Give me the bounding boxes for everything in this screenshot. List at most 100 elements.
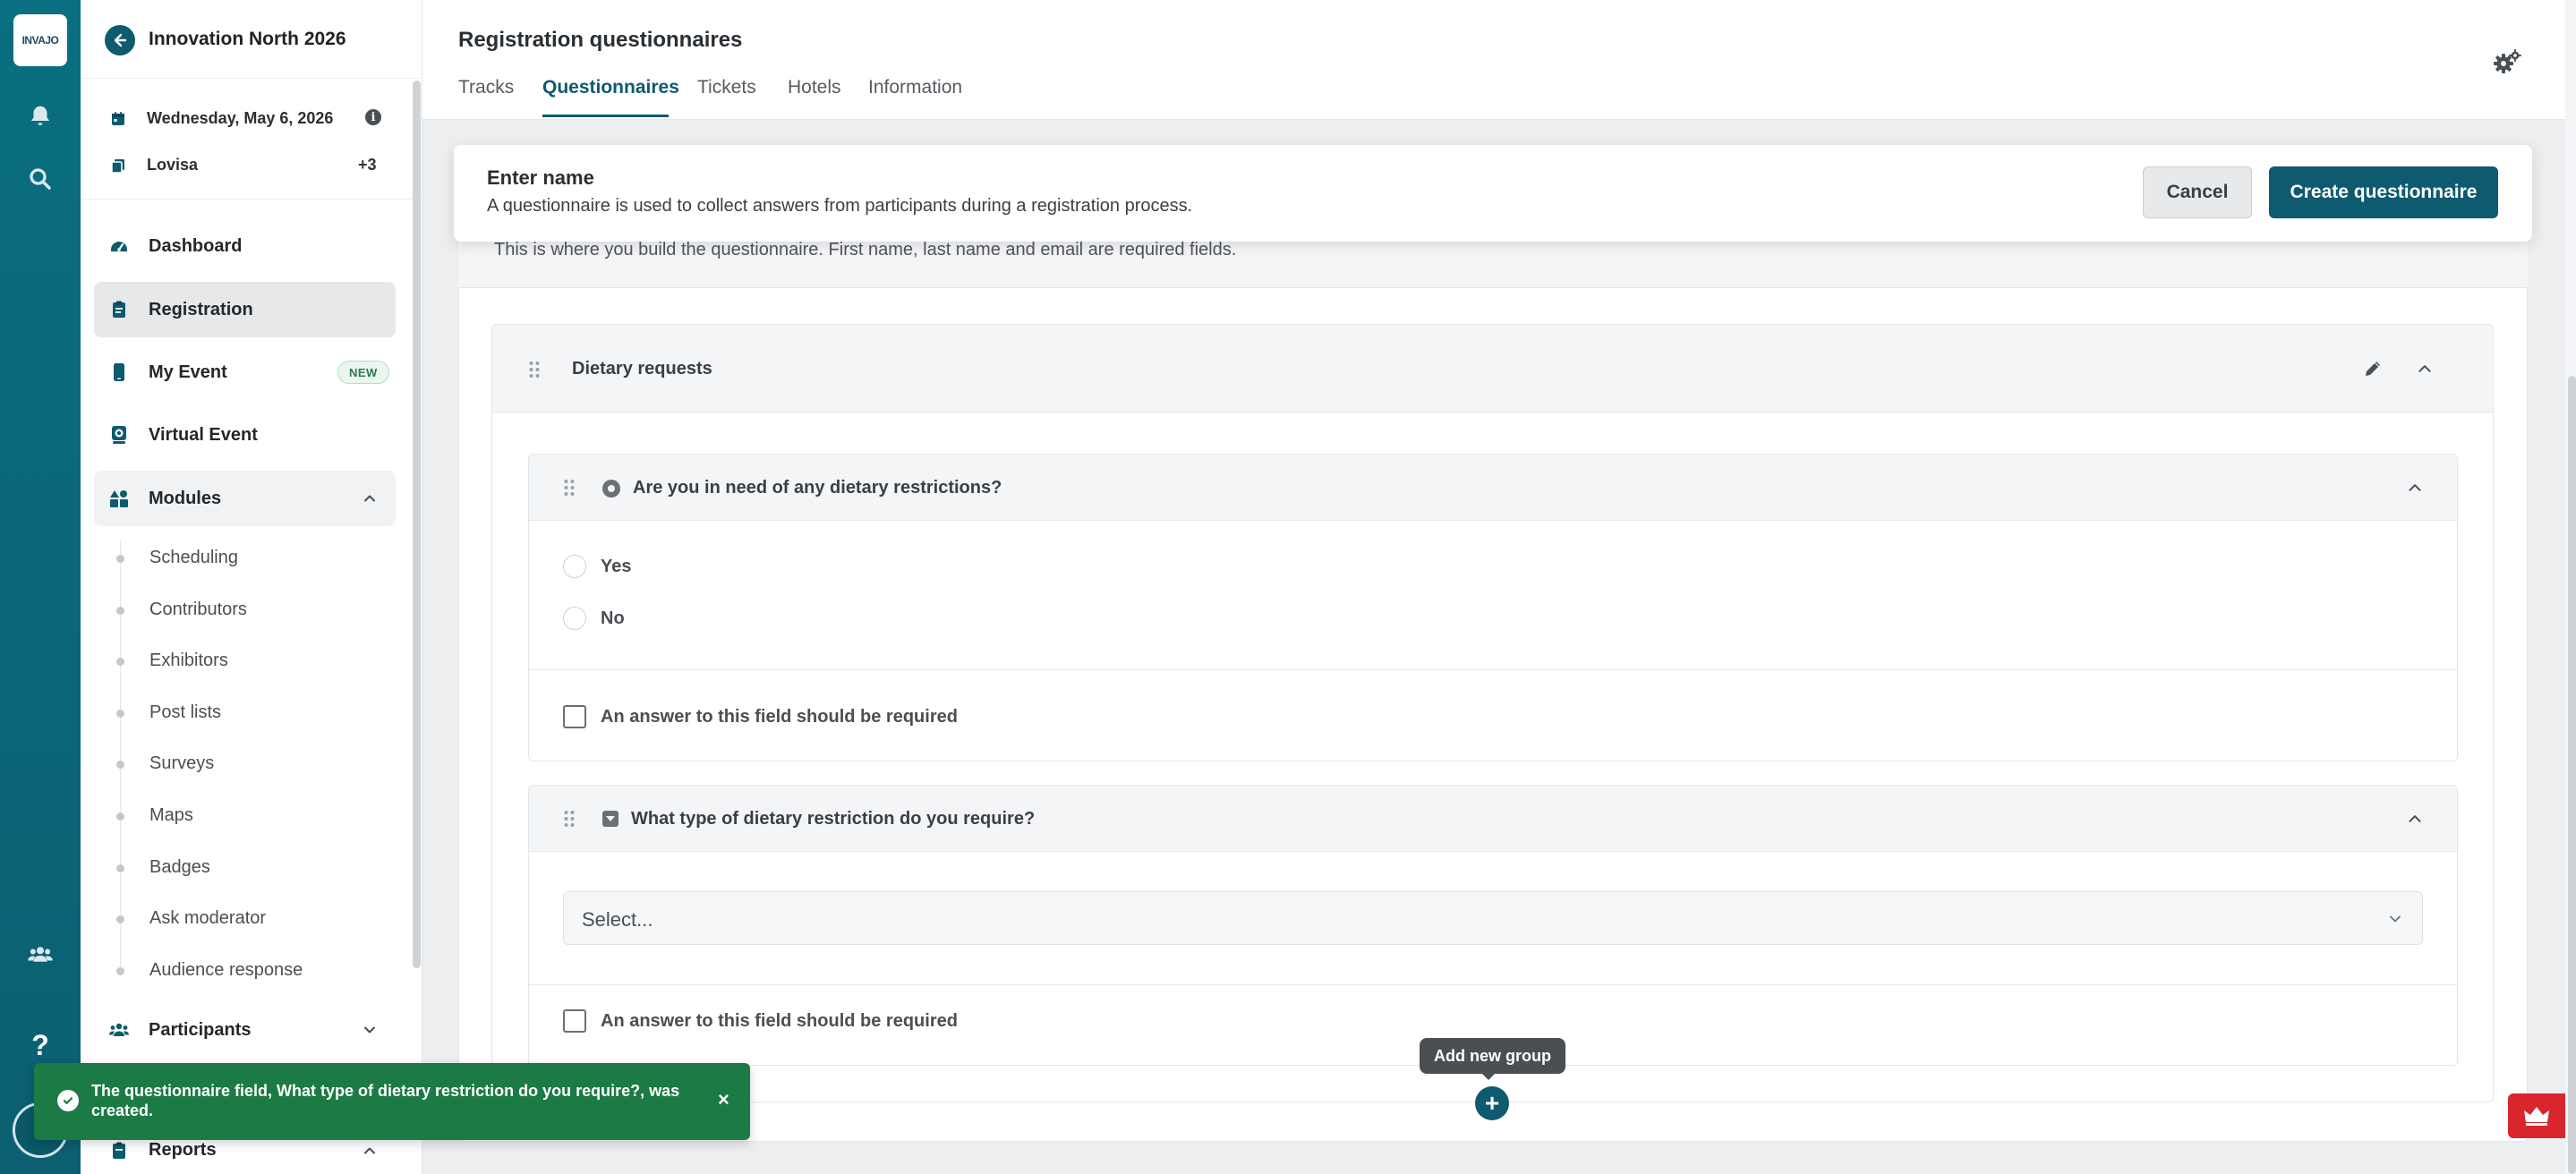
upgrade-button[interactable]	[2508, 1093, 2565, 1138]
chevron-down-icon	[364, 1026, 375, 1034]
phone-icon	[114, 363, 124, 381]
organizer-more-count[interactable]: +3	[358, 156, 377, 174]
add-group-tooltip: Add new group	[1420, 1038, 1565, 1080]
nav-virtual-event-label: Virtual Event	[149, 424, 258, 445]
app-logo[interactable]: INVAJO	[13, 14, 67, 66]
drag-handle-icon[interactable]	[563, 810, 576, 828]
gears-icon[interactable]	[2492, 48, 2522, 75]
create-questionnaire-button[interactable]: Create questionnaire	[2269, 166, 2498, 218]
tab-information[interactable]: Information	[868, 77, 962, 98]
sidebar: Innovation North 2026 Wednesday, May 6, …	[81, 0, 422, 1174]
nav-reports-label: Reports	[149, 1140, 217, 1160]
crown-icon	[2524, 1107, 2549, 1126]
required-checkbox-label: An answer to this field should be requir…	[601, 1011, 958, 1031]
required-checkbox[interactable]	[563, 1009, 586, 1033]
clipboard-icon	[113, 1142, 125, 1159]
app-rail: INVAJO ?	[0, 0, 81, 1174]
event-date-label: Wednesday, May 6, 2026	[147, 109, 334, 127]
clipboard-icon	[113, 301, 125, 318]
tree-dot	[116, 967, 124, 975]
required-checkbox-label: An answer to this field should be requir…	[601, 707, 958, 727]
event-title: Innovation North 2026	[149, 29, 346, 49]
page-title: Registration questionnaires	[458, 28, 743, 52]
active-tab-indicator	[542, 115, 669, 117]
documents-icon	[111, 158, 124, 174]
drag-handle-icon[interactable]	[528, 361, 541, 379]
dietary-select[interactable]: Select...	[563, 891, 2423, 945]
divider	[529, 984, 2457, 985]
sidebar-header: Innovation North 2026	[81, 0, 422, 79]
tab-questionnaires[interactable]: Questionnaires	[542, 77, 679, 98]
module-surveys[interactable]: Surveys	[149, 753, 214, 774]
builder-hint: This is where you build the questionnair…	[494, 240, 1237, 259]
field-title: Are you in need of any dietary restricti…	[633, 478, 1002, 498]
pencil-icon[interactable]	[2363, 359, 2383, 379]
nav-modules[interactable]: Modules	[94, 471, 396, 526]
event-date: Wednesday, May 6, 2026	[109, 109, 333, 128]
radio-type-icon	[602, 480, 620, 498]
nav-modules-label: Modules	[149, 488, 222, 508]
divider	[529, 669, 2457, 670]
app-logo-text: INVAJO	[21, 34, 59, 47]
nav-registration[interactable]: Registration	[94, 282, 396, 337]
cancel-button[interactable]: Cancel	[2143, 166, 2252, 218]
module-maps[interactable]: Maps	[149, 805, 193, 826]
field-header: What type of dietary restriction do you …	[529, 786, 2457, 852]
module-exhibitors[interactable]: Exhibitors	[149, 651, 228, 671]
page-header: Registration questionnaires Tracks Quest…	[422, 0, 2565, 120]
info-icon[interactable]: i	[365, 109, 381, 125]
nav-participants-label: Participants	[149, 1019, 252, 1040]
chevron-up-icon	[364, 1147, 375, 1154]
bell-icon[interactable]	[24, 100, 56, 132]
chevron-up-icon[interactable]	[2417, 361, 2433, 377]
module-ask-moderator[interactable]: Ask moderator	[149, 908, 266, 929]
chevron-up-icon[interactable]	[2407, 811, 2423, 827]
nav-my-event[interactable]: My Event NEW	[94, 345, 396, 400]
help-icon[interactable]: ?	[24, 1029, 56, 1061]
tab-hotels[interactable]: Hotels	[788, 77, 841, 98]
radio-option-no[interactable]	[563, 607, 586, 630]
module-post-lists[interactable]: Post lists	[149, 702, 221, 723]
back-button[interactable]	[105, 25, 135, 55]
nav-dashboard-label: Dashboard	[149, 235, 243, 256]
chevron-up-icon[interactable]	[2407, 480, 2423, 496]
tree-dot	[116, 658, 124, 666]
tab-tickets[interactable]: Tickets	[697, 77, 756, 98]
users-icon[interactable]	[24, 938, 56, 970]
event-organizer[interactable]: Lovisa	[109, 156, 198, 174]
add-group-button[interactable]: +	[1475, 1086, 1509, 1120]
field-header: Are you in need of any dietary restricti…	[529, 455, 2457, 521]
sidebar-scroll-thumb[interactable]	[413, 81, 421, 968]
radio-option-label: No	[601, 608, 625, 628]
shapes-icon	[110, 490, 128, 507]
nav-dashboard[interactable]: Dashboard	[94, 218, 396, 274]
toast-message: The questionnaire field, What type of di…	[91, 1082, 680, 1119]
module-contributors[interactable]: Contributors	[149, 600, 247, 620]
nav-participants[interactable]: Participants	[94, 1002, 396, 1058]
nav-my-event-label: My Event	[149, 362, 227, 382]
modules-tree-line	[120, 540, 121, 974]
required-checkbox[interactable]	[563, 705, 586, 728]
close-icon[interactable]: ×	[718, 1088, 729, 1111]
chevron-up-icon	[364, 495, 375, 502]
module-audience-response[interactable]: Audience response	[149, 960, 303, 981]
module-badges[interactable]: Badges	[149, 857, 210, 878]
main-scroll-thumb[interactable]	[2568, 376, 2576, 1174]
chevron-down-icon	[2390, 915, 2401, 923]
tab-tracks[interactable]: Tracks	[458, 77, 514, 98]
drag-handle-icon[interactable]	[563, 479, 576, 497]
radio-option-yes[interactable]	[563, 555, 586, 578]
tree-dot	[116, 761, 124, 769]
questionnaire-description: A questionnaire is used to collect answe…	[487, 196, 1193, 216]
create-questionnaire-bar: Enter name A questionnaire is used to co…	[454, 145, 2532, 242]
nav-virtual-event[interactable]: Virtual Event	[94, 407, 396, 463]
question-group: Dietary requests Are you in need of any …	[491, 324, 2494, 1102]
question-field-select: What type of dietary restriction do you …	[528, 785, 2458, 1066]
tree-dot	[116, 864, 124, 872]
module-scheduling[interactable]: Scheduling	[149, 548, 238, 568]
tree-dot	[116, 915, 124, 923]
webcam-icon	[112, 426, 126, 444]
success-toast: The questionnaire field, What type of di…	[34, 1063, 750, 1140]
questionnaire-name-prompt[interactable]: Enter name	[487, 166, 594, 190]
search-icon[interactable]	[24, 163, 56, 195]
